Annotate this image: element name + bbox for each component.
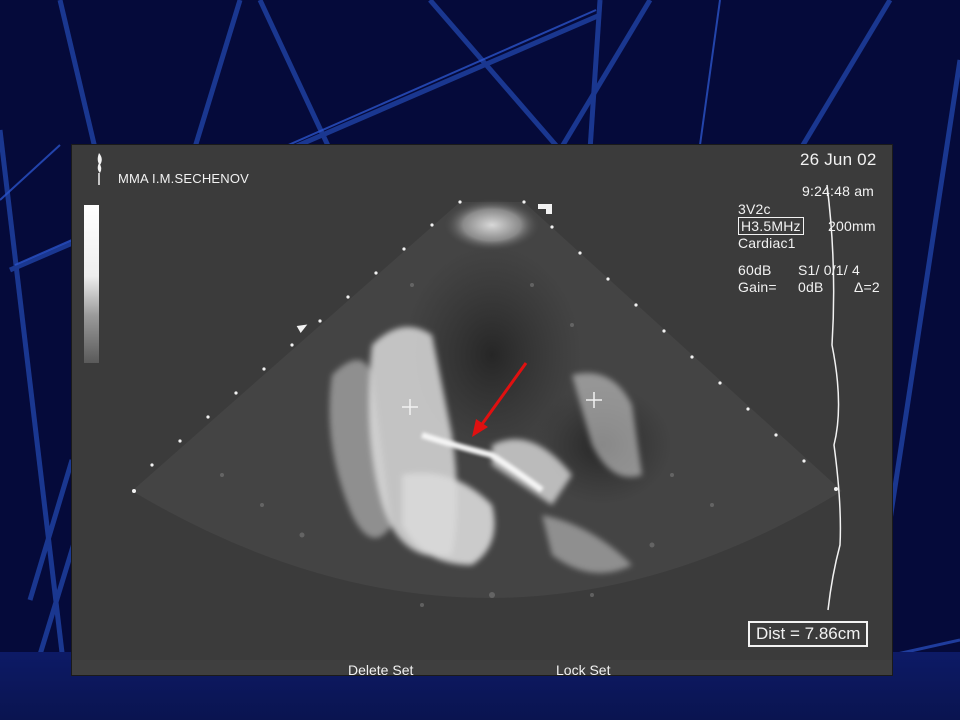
- softkey-bar: [72, 660, 892, 675]
- acquisition-parameters: 3V2c H3.5MHz 200mm Cardiac1 60dB S1/ 0/1…: [738, 201, 888, 296]
- gain-label: Gain=: [738, 279, 777, 295]
- distance-measurement: Dist = 7.86cm: [748, 621, 869, 647]
- probe-frequency: H3.5MHz: [738, 217, 804, 235]
- processing-setting: S1/ 0/1/ 4: [798, 262, 860, 278]
- probe-model: 3V2c: [738, 201, 771, 217]
- clinic-name: MMA I.M.SECHENOV: [118, 171, 250, 186]
- grayscale-bar: [84, 205, 99, 363]
- gain-value: 0dB: [798, 279, 824, 295]
- delete-set-button[interactable]: Delete Set: [348, 663, 413, 675]
- institution-logo-icon: [97, 153, 102, 185]
- power-level: 60dB: [738, 262, 772, 278]
- preset-name: Cardiac1: [738, 235, 796, 251]
- lock-set-button[interactable]: Lock Set: [556, 663, 610, 675]
- probe-orientation-icon: [538, 204, 552, 214]
- exam-date: 26 Jun 02: [800, 150, 877, 169]
- exam-time: 9:24:48 am: [802, 183, 875, 199]
- scan-depth: 200mm: [828, 218, 876, 234]
- ultrasound-image: MMA I.M.SECHENOV 26 Jun 02 9:24:48 am 3V…: [72, 145, 892, 675]
- delta-value: Δ=2: [854, 279, 880, 295]
